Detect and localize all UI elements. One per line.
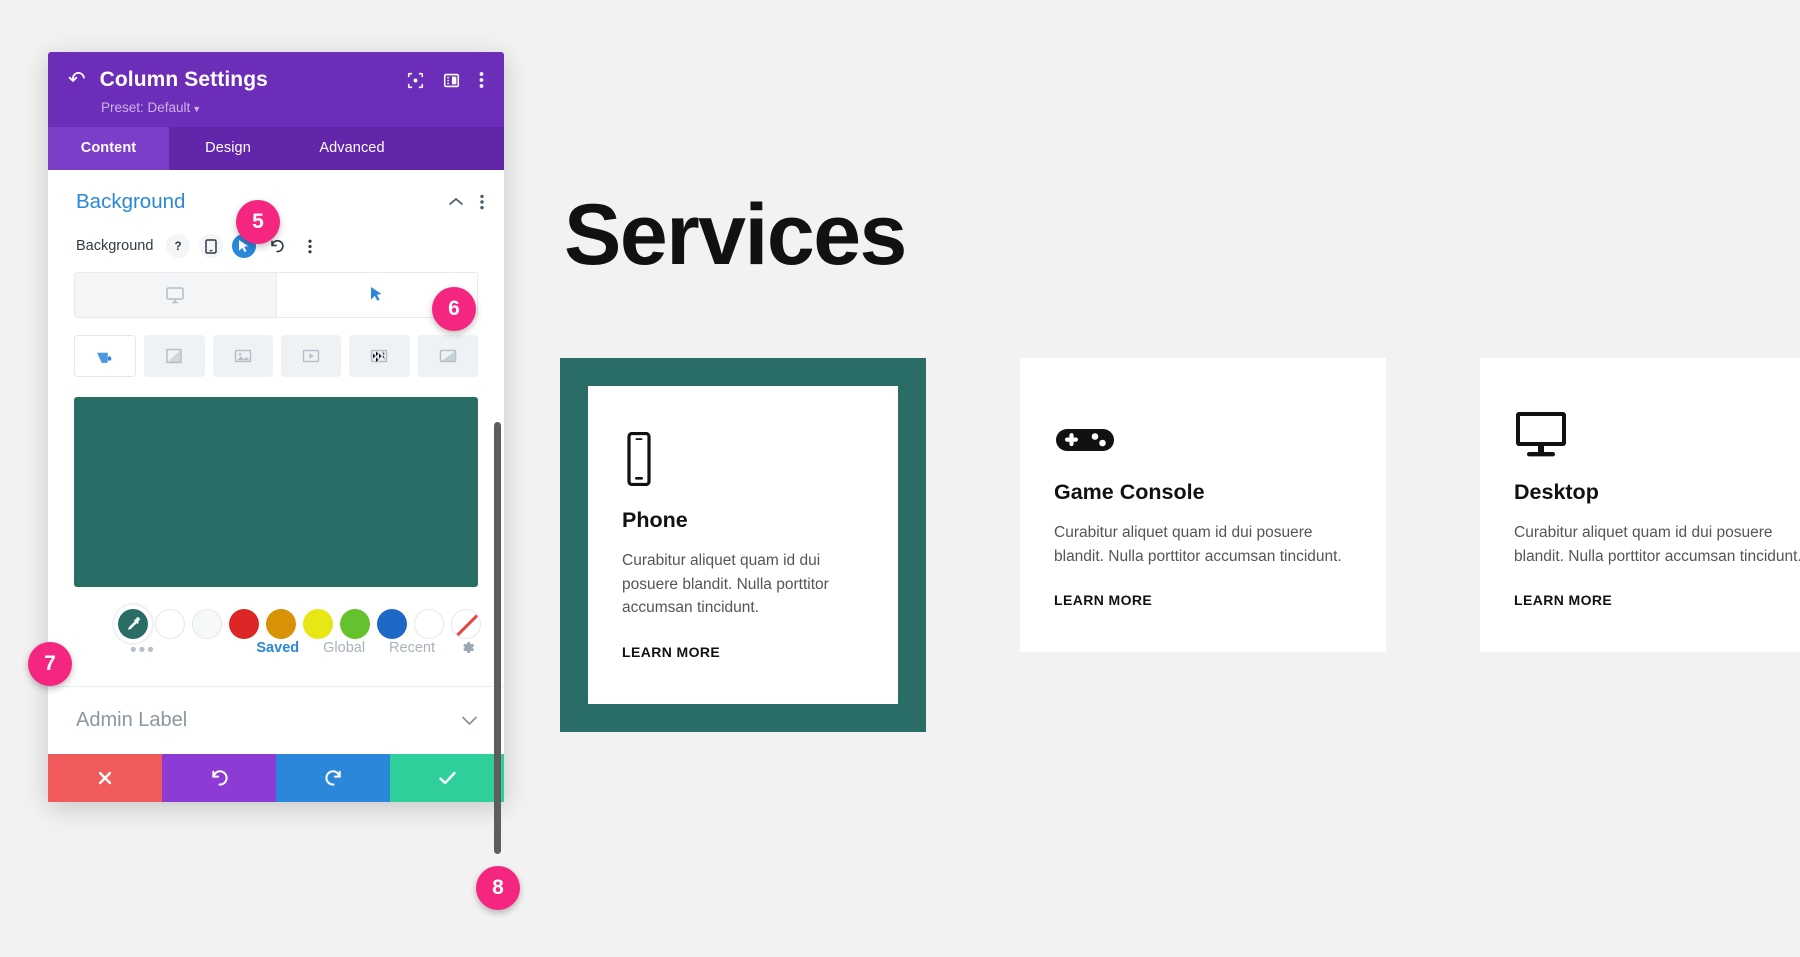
preset-selector[interactable]: Preset: Default ▼	[101, 100, 484, 115]
panel-body: Background Background ? ••• Saved Global…	[48, 170, 504, 854]
services-heading: Services	[564, 187, 907, 283]
card-body: Curabitur aliquet quam id dui posuere bl…	[1514, 524, 1800, 565]
background-video-type[interactable]	[280, 335, 342, 377]
layout-panel-icon[interactable]	[443, 72, 460, 89]
gear-icon[interactable]	[459, 639, 476, 656]
redo-arrow-icon	[324, 770, 341, 786]
eyedropper-icon	[128, 617, 140, 630]
undo-arrow-icon	[211, 770, 228, 786]
section-kebab-menu-icon[interactable]	[480, 194, 484, 210]
learn-more-link[interactable]: LEARN MORE	[1514, 592, 1800, 608]
swatch-green[interactable]	[340, 609, 370, 639]
settings-tabs: Content Design Advanced	[48, 127, 504, 170]
card-title: Phone	[622, 508, 688, 532]
background-field-label: Background	[76, 238, 154, 254]
color-swatch-row	[118, 609, 504, 639]
callout-badge-7: 7	[28, 642, 72, 686]
background-image-type[interactable]	[212, 335, 273, 377]
swatch-orange[interactable]	[266, 609, 296, 639]
admin-label-section[interactable]: Admin Label	[48, 686, 504, 754]
selected-color-swatch[interactable]	[118, 609, 148, 639]
phone-icon	[622, 424, 864, 486]
service-card-phone[interactable]: Phone Curabitur aliquet quam id dui posu…	[560, 358, 926, 732]
swatch-no-color[interactable]	[451, 609, 481, 639]
help-icon[interactable]: ?	[166, 234, 191, 258]
admin-label-title: Admin Label	[76, 709, 188, 731]
back-arrow-icon[interactable]: ↶	[68, 69, 86, 90]
swatch-white2[interactable]	[414, 609, 444, 639]
palette-tabs: Saved Global Recent	[48, 639, 504, 656]
kebab-menu-icon[interactable]	[479, 71, 484, 89]
page-preview: Services Phone Curabitur aliquet quam id…	[560, 0, 1800, 957]
panel-header: ↶ Column Settings Preset: Default ▼	[48, 52, 504, 127]
page-title: Column Settings	[99, 68, 268, 91]
redo-button[interactable]	[276, 754, 390, 802]
service-card-game-console[interactable]: Game Console Curabitur aliquet quam id d…	[1020, 358, 1386, 732]
palette-tab-global[interactable]: Global	[323, 640, 365, 656]
column-settings-panel: ↶ Column Settings Preset: Default ▼ Cont…	[48, 52, 504, 854]
callout-badge-5: 5	[236, 200, 280, 244]
swatch-yellow[interactable]	[303, 609, 333, 639]
panel-footer	[48, 754, 504, 802]
learn-more-link[interactable]: LEARN MORE	[622, 644, 864, 660]
save-button[interactable]	[390, 754, 504, 802]
tab-design[interactable]: Design	[169, 127, 287, 170]
palette-tab-recent[interactable]: Recent	[389, 640, 435, 656]
learn-more-link[interactable]: LEARN MORE	[1054, 592, 1352, 608]
swatch-red[interactable]	[229, 609, 259, 639]
undo-button[interactable]	[162, 754, 276, 802]
swatch-offwhite[interactable]	[192, 609, 222, 639]
background-mask-type[interactable]	[417, 335, 478, 377]
background-pattern-type[interactable]	[349, 335, 410, 377]
callout-badge-6: 6	[432, 287, 476, 331]
preset-label: Preset: Default	[101, 100, 191, 115]
card-body: Curabitur aliquet quam id dui posuere bl…	[1054, 524, 1342, 565]
checkmark-icon	[438, 771, 456, 785]
chevron-up-icon[interactable]	[448, 197, 464, 207]
svg-text:?: ?	[175, 241, 182, 253]
responsive-mobile-icon[interactable]	[199, 234, 224, 258]
background-color-type[interactable]	[74, 335, 137, 377]
swatch-blue[interactable]	[377, 609, 407, 639]
background-type-row	[74, 335, 478, 377]
services-card-row: Phone Curabitur aliquet quam id dui posu…	[560, 358, 1800, 732]
close-x-icon	[98, 771, 112, 785]
cancel-button[interactable]	[48, 754, 162, 802]
field-kebab-menu-icon[interactable]	[298, 234, 322, 258]
background-gradient-type[interactable]	[144, 335, 205, 377]
tab-advanced[interactable]: Advanced	[287, 127, 417, 170]
chevron-down-icon	[461, 715, 478, 726]
swatch-white[interactable]	[155, 609, 185, 639]
service-card-desktop[interactable]: Desktop Curabitur aliquet quam id dui po…	[1480, 358, 1800, 732]
panel-scrollbar[interactable]	[494, 422, 501, 854]
game-controller-icon	[1054, 396, 1352, 458]
state-tab-group	[74, 272, 478, 318]
card-body: Curabitur aliquet quam id dui posuere bl…	[622, 552, 829, 617]
card-title: Game Console	[1054, 480, 1205, 504]
tab-content[interactable]: Content	[48, 127, 169, 170]
palette-tab-saved[interactable]: Saved	[256, 640, 299, 656]
chevron-down-icon: ▼	[192, 104, 202, 114]
selected-color-preview[interactable]	[74, 397, 478, 587]
card-title: Desktop	[1514, 480, 1599, 504]
desktop-state-tab[interactable]	[75, 273, 277, 317]
focus-target-icon[interactable]	[407, 72, 424, 89]
callout-badge-8: 8	[476, 866, 520, 910]
desktop-monitor-icon	[1514, 396, 1800, 458]
